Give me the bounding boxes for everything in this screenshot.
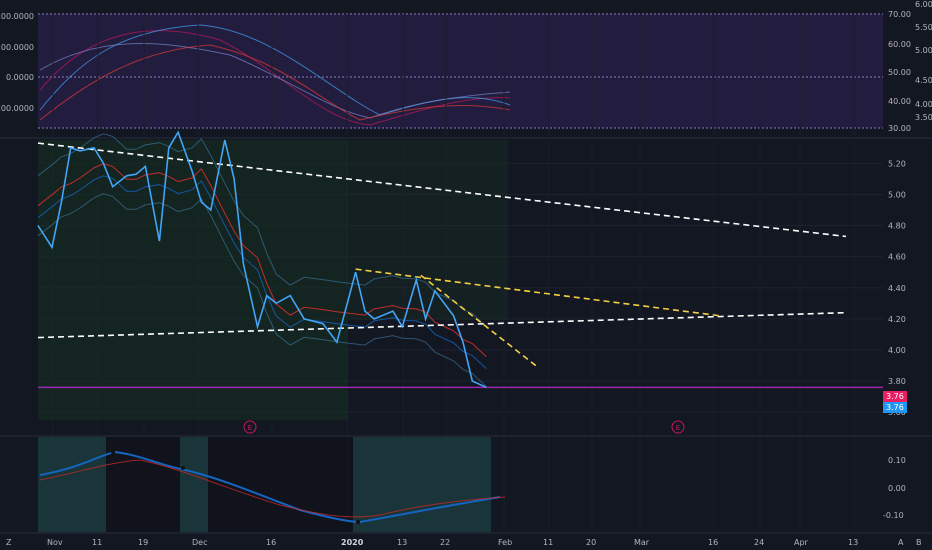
time-label: 11 bbox=[543, 538, 553, 547]
macd-cross-marker bbox=[111, 450, 115, 454]
auto-scale-toggle[interactable]: A bbox=[898, 538, 904, 547]
osc-right-tick-small: 3.50 bbox=[915, 113, 932, 122]
price-axis-tick: 4.40 bbox=[888, 284, 906, 293]
osc-right-tick-small: 5.50 bbox=[915, 23, 932, 32]
osc-left-tick: 0.0000 bbox=[6, 73, 34, 82]
osc-right-tick: 70.00 bbox=[888, 10, 911, 19]
time-label: 13 bbox=[397, 538, 407, 547]
macd-right-tick: 0.10 bbox=[888, 456, 906, 465]
main-axis-ticks: 5.205.004.804.604.404.204.003.803.60 bbox=[888, 159, 906, 417]
time-label: Nov bbox=[47, 538, 63, 547]
earnings-marker-label: E bbox=[248, 424, 252, 432]
bullish-zone bbox=[38, 140, 348, 420]
macd-zone-dark bbox=[106, 437, 180, 532]
macd-zone bbox=[353, 437, 491, 532]
price-axis-tick: 5.00 bbox=[888, 190, 906, 199]
time-label: Apr bbox=[794, 538, 809, 547]
osc-right-tick-small: 4.00 bbox=[915, 100, 932, 109]
macd-right-tick: -0.10 bbox=[883, 511, 904, 520]
timezone-toggle[interactable]: Z bbox=[6, 538, 12, 547]
osc-right-tick: 60.00 bbox=[888, 40, 911, 49]
osc-left-tick: 200.0000 bbox=[0, 12, 34, 21]
time-label: 16 bbox=[708, 538, 718, 547]
macd-zone bbox=[38, 437, 106, 532]
time-label: Mar bbox=[634, 538, 650, 547]
price-axis-tick: 4.80 bbox=[888, 222, 906, 231]
osc-right-tick-small: 6.00 bbox=[915, 0, 932, 9]
osc-left-tick: 100.0000 bbox=[0, 43, 34, 52]
time-label: 19 bbox=[138, 538, 148, 547]
osc-left-tick: -100.0000 bbox=[0, 104, 34, 113]
log-scale-toggle[interactable]: B bbox=[916, 538, 922, 547]
price-axis-tick: 5.20 bbox=[888, 159, 906, 168]
time-label: 13 bbox=[848, 538, 858, 547]
time-label: 24 bbox=[754, 538, 764, 547]
time-label: 11 bbox=[92, 538, 102, 547]
time-label: 20 bbox=[586, 538, 596, 547]
time-label: Feb bbox=[498, 538, 512, 547]
macd-cross-marker bbox=[181, 466, 185, 470]
price-axis-tick: 3.80 bbox=[888, 377, 906, 386]
earnings-marker-label: E bbox=[676, 424, 680, 432]
macd-zone bbox=[180, 437, 208, 532]
price-axis-tick: 4.60 bbox=[888, 253, 906, 262]
osc-right-tick: 50.00 bbox=[888, 68, 911, 77]
osc-right-tick: 40.00 bbox=[888, 97, 911, 106]
macd-right-tick: 0.00 bbox=[888, 484, 906, 493]
macd-cross-marker bbox=[356, 520, 360, 524]
bullish-zone-2 bbox=[348, 140, 508, 320]
price-label-magenta: 3.76 bbox=[886, 392, 904, 401]
price-axis-tick: 4.00 bbox=[888, 346, 906, 355]
osc-right-tick-small: 5.00 bbox=[915, 46, 932, 55]
price-axis-tick: 4.20 bbox=[888, 315, 906, 324]
time-label: 22 bbox=[440, 538, 450, 547]
time-label-year: 2020 bbox=[341, 538, 364, 547]
time-label: 16 bbox=[266, 538, 276, 547]
time-label: Dec bbox=[192, 538, 207, 547]
price-label-blue: 3.76 bbox=[886, 403, 904, 412]
stock-chart[interactable]: 200.0000 100.0000 0.0000 -100.0000 70.00… bbox=[0, 0, 932, 550]
osc-right-tick: 30.00 bbox=[888, 124, 911, 133]
osc-right-tick-small: 4.50 bbox=[915, 76, 932, 85]
top-oscillator-panel[interactable]: 200.0000 100.0000 0.0000 -100.0000 70.00… bbox=[0, 0, 932, 133]
